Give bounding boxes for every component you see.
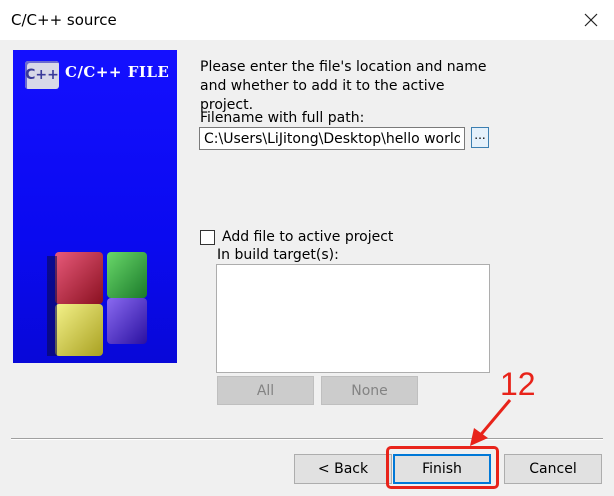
back-button[interactable]: < Back [294, 454, 392, 484]
back-button-label: < Back [317, 461, 369, 477]
browse-button[interactable]: ... [471, 127, 489, 148]
cancel-button-label: Cancel [529, 461, 577, 477]
close-icon [584, 13, 598, 27]
filename-label: Filename with full path: [200, 110, 365, 126]
none-button[interactable]: None [321, 376, 418, 405]
build-targets-list[interactable] [216, 264, 490, 373]
cpp-logo-icon: C++ [25, 61, 59, 89]
window-title: C/C++ source [11, 11, 117, 29]
banner-heading: C/C++ FILE [65, 63, 170, 81]
add-to-project-label: Add file to active project [222, 229, 394, 245]
wizard-banner: C++ C/C++ FILE [13, 50, 177, 363]
all-button[interactable]: All [217, 376, 314, 405]
cube-yellow [55, 304, 103, 356]
title-bar: C/C++ source [0, 0, 614, 40]
add-to-project-checkbox[interactable] [200, 229, 215, 245]
build-targets-label: In build target(s): [217, 247, 339, 263]
cube-green [107, 252, 147, 298]
add-to-project-row[interactable]: Add file to active project [200, 229, 393, 245]
annotation-arrow-icon [470, 399, 512, 446]
wizard-description: Please enter the file's location and nam… [200, 59, 487, 113]
cubes-icon [47, 252, 147, 356]
cancel-button[interactable]: Cancel [504, 454, 602, 484]
annotation-highlight-box [386, 446, 499, 489]
cube-red [55, 252, 103, 304]
cube-purple [107, 298, 147, 344]
filename-input[interactable] [199, 127, 465, 150]
close-button[interactable] [568, 0, 614, 40]
